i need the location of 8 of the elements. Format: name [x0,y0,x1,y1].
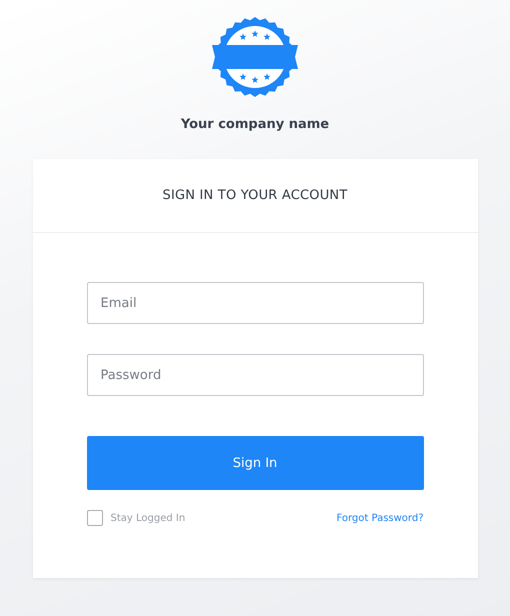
company-name: Your company name [180,117,330,132]
card-title: SIGN IN TO YOUR ACCOUNT [162,188,348,203]
checkbox-label: Stay Logged In [110,512,186,524]
input-field[interactable]: Email [86,282,424,324]
forgot-password-link[interactable]: Forgot Password? [336,512,424,524]
input-field[interactable]: Password [86,354,424,396]
checkbox[interactable] [86,510,102,526]
sign-in-button[interactable]: Sign In [86,436,424,490]
